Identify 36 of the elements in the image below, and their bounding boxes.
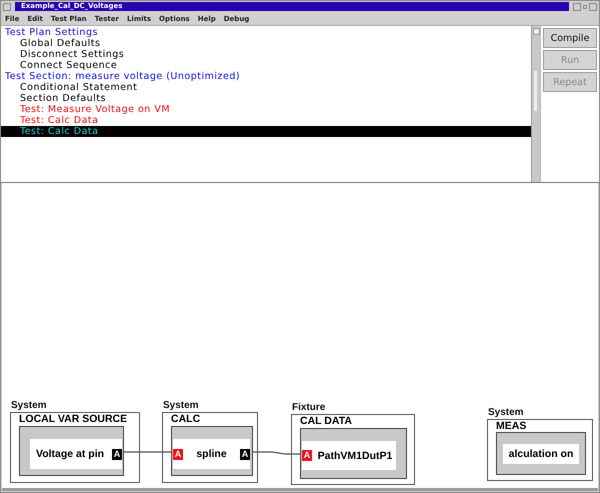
action-button[interactable]: Compile [543, 28, 597, 48]
block-title: MEAS [496, 420, 526, 432]
window-menu-icon[interactable] [3, 2, 11, 10]
tree-item[interactable]: Test Section: measure voltage (Unoptimized) [1, 71, 531, 82]
group-label: System [488, 407, 524, 418]
block-frame[interactable]: CAL DATA A PathVM1DutP1 [291, 414, 415, 485]
tree-item[interactable]: Test: Measure Voltage on VM [1, 104, 531, 115]
tree-item[interactable]: Test: Calc Data [1, 115, 531, 126]
block-label: alculation on [508, 448, 574, 460]
tree-item[interactable]: Disconnect Settings [1, 49, 531, 60]
port-marker[interactable]: A [302, 450, 312, 461]
tree-item[interactable]: Conditional Statement [1, 82, 531, 93]
group-label: Fixture [292, 402, 326, 413]
tree-item[interactable]: Section Defaults [1, 93, 531, 104]
minimize-icon[interactable] [573, 2, 581, 10]
block-frame[interactable]: LOCAL VAR SOURCE Voltage at pin A [10, 412, 140, 483]
block-title: CALC [171, 413, 200, 425]
block-title: LOCAL VAR SOURCE [19, 413, 128, 425]
block-label: PathVM1DutP1 [316, 450, 394, 462]
maximize-icon[interactable] [589, 2, 597, 10]
group-label: System [163, 400, 199, 411]
block-frame[interactable]: MEAS alculation on [487, 419, 593, 481]
scrollbar[interactable] [531, 26, 540, 182]
tree-item[interactable]: Global Defaults [1, 38, 531, 49]
tree-item[interactable]: Test Plan Settings [1, 27, 531, 38]
port-marker[interactable]: A [173, 448, 183, 460]
iconify-icon[interactable] [583, 4, 587, 8]
block-title: CAL DATA [300, 415, 352, 427]
port-marker[interactable]: A [240, 448, 250, 460]
block-label: Voltage at pin [34, 448, 106, 460]
port-marker[interactable]: A [112, 448, 122, 460]
block-frame[interactable]: CALC A spline A [162, 412, 258, 483]
tree-item[interactable]: Connect Sequence [1, 60, 531, 71]
tree-item[interactable]: Test: Calc Data [1, 126, 531, 137]
group-label: System [11, 400, 47, 411]
block-label: spline [195, 448, 228, 460]
